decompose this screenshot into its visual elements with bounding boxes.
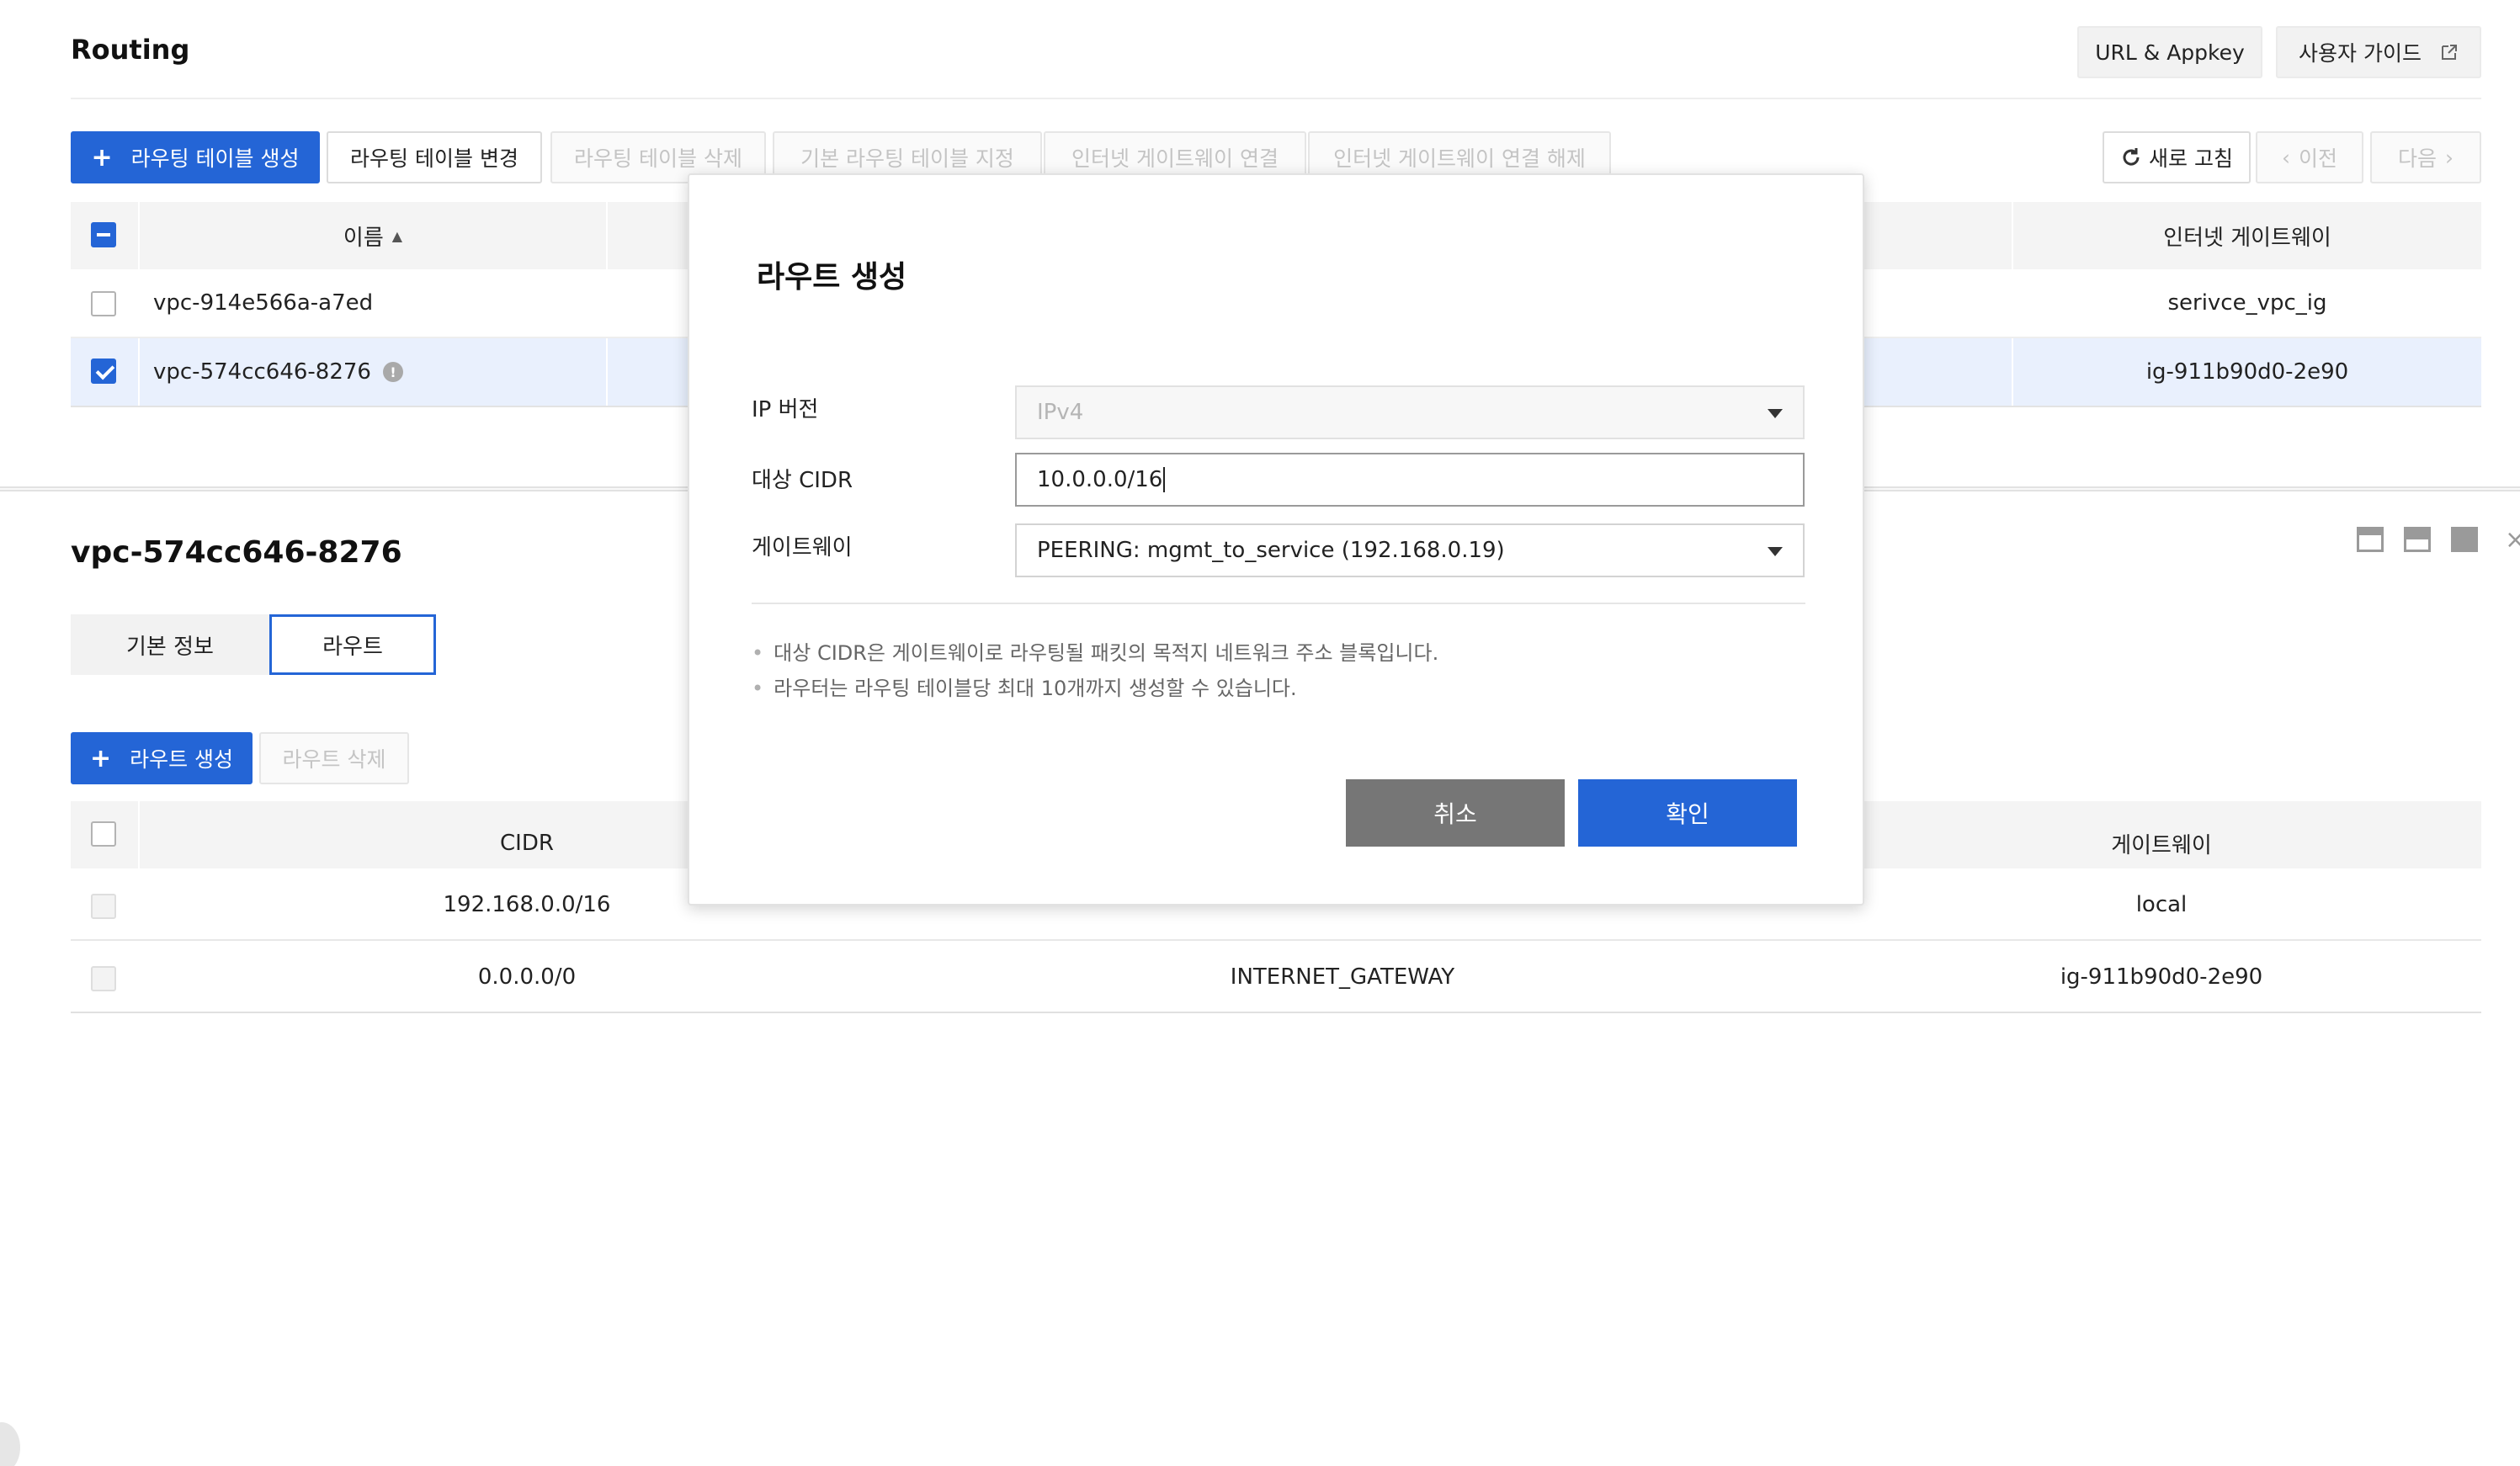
tab-route-label: 라우트 [322,634,383,660]
disconnect-igw-label: 인터넷 게이트웨이 연결 해제 [1333,146,1586,171]
row-cell-divider [606,338,608,406]
gateway-select[interactable]: PEERING: mgmt_to_service (192.168.0.19) [1015,523,1805,577]
refresh-button[interactable]: 새로 고침 [2103,131,2251,183]
cidr-input[interactable]: 10.0.0.0/16 [1015,453,1805,507]
tab-route[interactable]: 라우트 [269,614,436,675]
row-checkbox[interactable] [91,359,116,384]
cancel-label: 취소 [1433,800,1477,828]
caret-down-icon [1768,547,1783,556]
column-cidr-label: CIDR [500,831,554,856]
page-title: Routing [71,34,190,66]
row-name-cell[interactable]: vpc-574cc646-8276 ! [153,338,403,406]
row-gateway: local [2135,892,2188,917]
panel-layout-controls: × [2357,525,2520,555]
row-igw: ig-911b90d0-2e90 [2145,359,2349,385]
row-checkbox[interactable] [91,291,116,316]
delete-route-label: 라우트 삭제 [282,747,386,772]
dialog-divider [752,603,1805,604]
info-icon: ! [382,362,403,382]
change-routing-table-label: 라우팅 테이블 변경 [350,146,518,171]
table-row: 0.0.0.0/0 INTERNET_GATEWAY ig-911b90d0-2… [71,941,2481,1013]
prev-button[interactable]: ‹ 이전 [2256,131,2363,183]
select-all-checkbox[interactable] [91,222,116,247]
connect-igw-label: 인터넷 게이트웨이 연결 [1071,146,1279,171]
cidr-value: 10.0.0.0/16 [1037,467,1163,492]
row-name: vpc-574cc646-8276 [153,359,371,385]
row-cell-divider [138,338,140,406]
set-default-label: 기본 라우팅 테이블 지정 [800,146,1014,171]
header-divider [71,98,2481,99]
url-appkey-label: URL & Appkey [2095,40,2245,65]
user-guide-label: 사용자 가이드 [2299,41,2422,66]
change-routing-table-button[interactable]: 라우팅 테이블 변경 [327,131,542,183]
column-name-label: 이름 [343,225,384,251]
external-link-icon [2441,45,2457,60]
delete-routing-table-label: 라우팅 테이블 삭제 [574,146,742,171]
tab-basic-info-label: 기본 정보 [126,634,214,660]
user-guide-button[interactable]: 사용자 가이드 [2276,26,2481,78]
help-note: 라우터는 라우팅 테이블당 최대 10개까지 생성할 수 있습니다. [752,672,1297,701]
create-route-label: 라우트 생성 [130,747,234,772]
gateway-value: PEERING: mgmt_to_service (192.168.0.19) [1037,538,1505,563]
row-gateway: ig-911b90d0-2e90 [2060,964,2263,990]
help-note: 대상 CIDR은 게이트웨이로 라우팅될 패킷의 목적지 네트워크 주소 블록입… [752,636,1438,666]
cancel-button[interactable]: 취소 [1346,779,1565,847]
chevron-left-icon: ‹ [2281,145,2290,170]
plus-icon: + [89,743,112,773]
refresh-icon [2123,148,2140,166]
row-checkbox [91,966,116,991]
url-appkey-button[interactable]: URL & Appkey [2077,26,2262,78]
column-header-igw: 인터넷 게이트웨이 [2013,202,2481,269]
next-button[interactable]: 다음 › [2370,131,2481,183]
row-igw: serivce_vpc_ig [2167,290,2327,316]
row-name[interactable]: vpc-914e566a-a7ed [153,269,373,337]
row-checkbox [91,894,116,919]
plus-icon: + [91,142,113,173]
text-cursor [1163,467,1166,492]
column-igw-label: 인터넷 게이트웨이 [2163,225,2331,251]
delete-route-button[interactable]: 라우트 삭제 [259,732,409,784]
select-all-routes-checkbox[interactable] [91,821,116,847]
prev-label: 이전 [2298,146,2337,171]
caret-down-icon [1768,409,1783,418]
cidr-label: 대상 CIDR [752,468,853,493]
create-routing-table-button[interactable]: + 라우팅 테이블 생성 [71,131,320,183]
corner-handle [0,1422,20,1466]
close-icon[interactable]: × [2505,525,2520,555]
row-type: INTERNET_GATEWAY [1230,964,1455,990]
detail-title: vpc-574cc646-8276 [71,535,402,570]
create-routing-table-label: 라우팅 테이블 생성 [130,146,300,171]
ip-version-value: IPv4 [1037,400,1084,425]
confirm-label: 확인 [1666,800,1709,828]
confirm-button[interactable]: 확인 [1578,779,1797,847]
ip-version-select[interactable]: IPv4 [1015,385,1805,439]
panel-layout-icon[interactable] [2357,527,2384,552]
column-header-gateway: 게이트웨이 [1771,810,2520,877]
chevron-right-icon: › [2445,145,2454,170]
gateway-label: 게이트웨이 [752,535,853,560]
panel-layout-icon[interactable] [2451,527,2478,552]
dialog-title: 라우트 생성 [757,260,907,295]
tab-basic-info[interactable]: 기본 정보 [71,614,269,675]
column-gateway-label: 게이트웨이 [2111,832,2212,858]
header-col-divider [606,202,608,269]
sort-icon: ▲ [391,227,403,244]
column-header-name[interactable]: 이름 ▲ [140,202,606,269]
create-route-dialog: 라우트 생성 IP 버전 IPv4 대상 CIDR 10.0.0.0/16 게이… [688,173,1864,906]
create-route-button[interactable]: + 라우트 생성 [71,732,253,784]
ip-version-label: IP 버전 [752,397,819,422]
panel-layout-icon[interactable] [2404,527,2431,552]
refresh-label: 새로 고침 [2149,146,2233,171]
row-cidr: 0.0.0.0/0 [477,964,577,990]
next-label: 다음 [2397,146,2437,171]
